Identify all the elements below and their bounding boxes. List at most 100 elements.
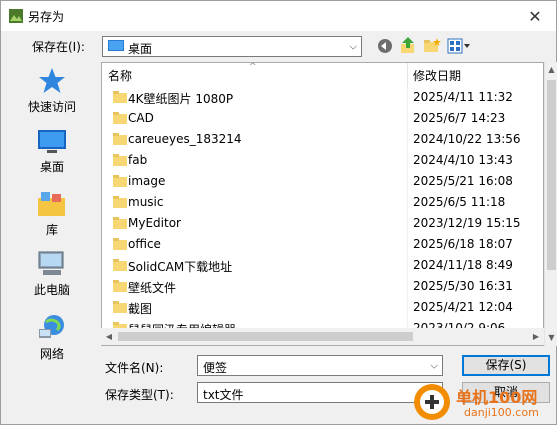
close-button[interactable]: ✕	[514, 1, 556, 31]
filetype-label: 保存类型(T):	[105, 388, 174, 402]
file-name: music	[128, 195, 164, 209]
filename-value: 便签	[203, 361, 228, 375]
app-icon	[9, 9, 23, 23]
place-quick-access[interactable]: 快速访问	[7, 67, 97, 115]
folder-icon	[113, 280, 127, 292]
folder-icon	[113, 91, 127, 103]
file-name: MyEditor	[128, 216, 181, 230]
folder-icon	[113, 154, 127, 166]
file-date: 2025/5/30 16:31	[413, 279, 513, 293]
places-bar: 快速访问 桌面 库 此电脑 网络	[7, 63, 97, 369]
file-row[interactable]: fab 2024/4/10 13:43	[102, 150, 543, 171]
place-label: 网络	[39, 347, 64, 361]
file-date: 2025/6/18 18:07	[413, 237, 513, 251]
save-in-value: 桌面	[128, 42, 153, 56]
computer-icon	[38, 251, 64, 275]
scroll-right-icon[interactable]: ▶	[528, 328, 544, 345]
file-row[interactable]: 截图 2025/4/21 12:04	[102, 297, 543, 318]
file-row[interactable]: MyEditor 2023/12/19 15:15	[102, 213, 543, 234]
network-icon	[39, 315, 64, 338]
file-row[interactable]: office 2025/6/18 18:07	[102, 234, 543, 255]
folder-icon	[113, 259, 127, 271]
file-name: CAD	[128, 111, 154, 125]
file-date: 2024/10/22 13:56	[413, 132, 521, 146]
desktop-small-icon	[108, 40, 124, 51]
new-folder-icon[interactable]	[423, 38, 441, 54]
file-date: 2025/4/21 12:04	[413, 300, 513, 314]
file-row[interactable]: image 2025/5/21 16:08	[102, 171, 543, 192]
place-label: 快速访问	[27, 100, 76, 114]
folder-icon	[113, 112, 127, 124]
file-date: 2025/6/7 14:23	[413, 111, 506, 125]
file-name: fab	[128, 153, 148, 167]
vertical-scrollbar[interactable]: ▲ ▼	[544, 62, 557, 346]
scroll-down-icon[interactable]: ▼	[545, 330, 557, 346]
up-folder-icon[interactable]	[400, 36, 416, 54]
column-header-label: 修改日期	[413, 68, 462, 83]
filetype-select[interactable]: txt文件 ⌵	[197, 382, 443, 403]
save-button[interactable]: 保存(S)	[462, 355, 550, 376]
file-name: SolidCAM下载地址	[128, 260, 233, 274]
view-menu-icon[interactable]	[447, 38, 471, 54]
place-library[interactable]: 库	[7, 190, 97, 238]
folder-icon	[113, 217, 127, 229]
title-bar: 另存为 ✕	[1, 1, 556, 31]
save-as-dialog: 另存为 ✕ 保存在(I): 桌面 ⌵ 快速访问 桌面 库 此电脑 网络 ^ 名称…	[0, 0, 557, 425]
back-icon[interactable]	[377, 38, 393, 54]
file-name: 4K壁纸图片 1080P	[128, 92, 234, 106]
horizontal-scrollbar[interactable]: ◀ ▶	[101, 328, 544, 345]
watermark-url: danji100.com	[464, 406, 539, 419]
folder-icon	[113, 133, 127, 145]
filename-label: 文件名(N):	[105, 361, 164, 375]
star-icon	[39, 68, 65, 93]
file-row[interactable]: music 2025/6/5 11:18	[102, 192, 543, 213]
scroll-thumb[interactable]	[547, 80, 556, 270]
scroll-up-icon[interactable]: ▲	[545, 62, 557, 78]
file-date: 2024/11/18 8:49	[413, 258, 513, 272]
filename-input[interactable]: 便签 ⌵	[197, 355, 443, 376]
column-header-label: 名称	[108, 68, 133, 83]
column-header-name[interactable]: 名称	[108, 63, 406, 87]
scroll-left-icon[interactable]: ◀	[101, 328, 117, 345]
file-name: image	[128, 174, 166, 188]
file-name: careueyes_183214	[128, 132, 242, 146]
window-title: 另存为	[28, 10, 65, 24]
folder-icon	[113, 175, 127, 187]
file-list[interactable]: ^ 名称 修改日期 4K壁纸图片 1080P 2025/4/11 11:32 CAD…	[101, 62, 544, 346]
file-date: 2025/4/11 11:32	[413, 90, 513, 104]
folder-icon	[113, 301, 127, 313]
watermark-logo-icon	[414, 384, 450, 420]
place-this-pc[interactable]: 此电脑	[7, 250, 97, 298]
place-network[interactable]: 网络	[7, 314, 97, 362]
column-header-date[interactable]: 修改日期	[413, 63, 533, 87]
file-name: office	[128, 237, 161, 251]
watermark: 单机100网 danji100.com	[412, 380, 557, 425]
place-label: 库	[45, 223, 58, 237]
place-label: 此电脑	[33, 283, 70, 297]
file-date: 2025/5/21 16:08	[413, 174, 513, 188]
column-divider[interactable]	[407, 63, 408, 87]
filetype-value: txt文件	[203, 388, 244, 402]
desktop-icon	[38, 130, 66, 153]
chevron-down-icon: ⌵	[349, 41, 357, 52]
place-desktop[interactable]: 桌面	[7, 129, 97, 175]
file-date: 2024/4/10 13:43	[413, 153, 513, 167]
file-row[interactable]: SolidCAM下载地址 2024/11/18 8:49	[102, 255, 543, 276]
close-icon: ✕	[528, 6, 542, 26]
folder-icon	[113, 238, 127, 250]
file-date: 2023/12/19 15:15	[413, 216, 521, 230]
save-in-label: 保存在(I):	[32, 40, 85, 54]
file-row[interactable]: 壁纸文件 2025/5/30 16:31	[102, 276, 543, 297]
chevron-down-icon: ⌵	[430, 360, 438, 371]
save-in-combo[interactable]: 桌面 ⌵	[102, 36, 362, 57]
file-name: 壁纸文件	[128, 281, 177, 295]
file-row[interactable]: CAD 2025/6/7 14:23	[102, 108, 543, 129]
scroll-thumb-horizontal[interactable]	[118, 332, 413, 341]
library-icon	[38, 192, 65, 216]
place-label: 桌面	[39, 160, 64, 174]
file-date: 2025/6/5 11:18	[413, 195, 506, 209]
file-row[interactable]: 4K壁纸图片 1080P 2025/4/11 11:32	[102, 87, 543, 108]
watermark-text: 单机100网	[456, 388, 538, 407]
file-name: 截图	[128, 302, 153, 316]
file-row[interactable]: careueyes_183214 2024/10/22 13:56	[102, 129, 543, 150]
